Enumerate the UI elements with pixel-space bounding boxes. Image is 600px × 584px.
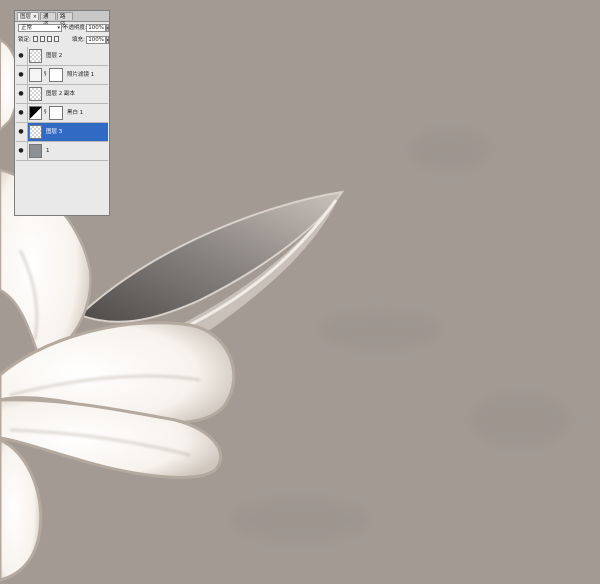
chain-link-icon: §	[44, 109, 47, 115]
opacity-input[interactable]: 100%	[86, 24, 106, 32]
lock-paint-icon[interactable]	[40, 36, 45, 42]
layer-thumbnail	[29, 125, 42, 139]
layer-name: 黑白 1	[67, 110, 84, 116]
fill-slider-toggle[interactable]: ▸	[106, 36, 109, 44]
tab-layers-label: 图层	[20, 14, 32, 20]
chevron-down-icon: ▾	[57, 25, 60, 31]
layer-name: 照片滤镜 1	[67, 72, 95, 78]
blend-mode-value: 正常	[21, 25, 33, 31]
visibility-toggle[interactable]: ●	[16, 123, 28, 141]
lock-transparency-icon[interactable]	[33, 36, 38, 42]
layer-row[interactable]: ● § 照片滤镜 1	[16, 66, 108, 85]
eye-icon: ●	[18, 71, 24, 78]
eye-icon: ●	[18, 147, 24, 154]
layer-thumbnail	[29, 87, 42, 101]
opacity-label: 不透明度:	[63, 25, 87, 31]
tab-close-icon[interactable]: ×	[33, 13, 37, 21]
panel-tab-bar: 图层 × 通道 路径	[15, 11, 109, 28]
blend-row: 正常 ▾ 不透明度: 100% ▸	[16, 23, 109, 33]
layer-row[interactable]: ● 图层 2	[16, 47, 108, 66]
eye-icon: ●	[18, 128, 24, 135]
visibility-toggle[interactable]: ●	[16, 142, 28, 160]
layer-row[interactable]: ● 1	[16, 142, 108, 161]
layer-row[interactable]: ● § 黑白 1	[16, 104, 108, 123]
layer-mask-thumbnail[interactable]	[49, 68, 63, 82]
tab-paths[interactable]: 路径	[57, 12, 73, 28]
layer-name: 图层 3	[46, 129, 63, 135]
adjustment-thumbnail	[29, 106, 42, 120]
layer-list: ● 图层 2 ● § 照片滤镜 1 ● 图层 2 副本 ● § 黑白 1 ● 图…	[16, 47, 108, 161]
fill-input[interactable]: 100%	[86, 36, 106, 44]
chain-link-icon: §	[44, 71, 47, 77]
layer-name: 图层 2	[46, 53, 63, 59]
visibility-toggle[interactable]: ●	[16, 47, 28, 65]
lock-options	[33, 36, 59, 42]
opacity-slider-toggle[interactable]: ▸	[106, 24, 109, 32]
layer-row[interactable]: ● 图层 2 副本	[16, 85, 108, 104]
eye-icon: ●	[18, 52, 24, 59]
layer-thumbnail	[29, 144, 42, 158]
lock-row: 锁定: 填充: 100% ▸	[16, 35, 109, 45]
adjustment-thumbnail	[29, 68, 42, 82]
lock-label: 锁定:	[18, 37, 31, 43]
visibility-toggle[interactable]: ●	[16, 66, 28, 84]
tab-channels[interactable]: 通道	[40, 12, 56, 28]
blend-mode-select[interactable]: 正常 ▾	[18, 24, 62, 32]
eye-icon: ●	[18, 90, 24, 97]
layers-panel: 图层 × 通道 路径 正常 ▾ 不透明度: 100% ▸ 锁定: 填充: 100…	[14, 10, 110, 216]
visibility-toggle[interactable]: ●	[16, 104, 28, 122]
fill-label: 填充:	[72, 37, 85, 43]
layer-name: 图层 2 副本	[46, 91, 75, 97]
visibility-toggle[interactable]: ●	[16, 85, 28, 103]
layer-name: 1	[46, 148, 50, 154]
layer-row-selected[interactable]: ● 图层 3	[16, 123, 108, 142]
tab-layers[interactable]: 图层 ×	[17, 12, 39, 20]
lock-move-icon[interactable]	[47, 36, 52, 42]
eye-icon: ●	[18, 109, 24, 116]
lock-icon[interactable]	[54, 36, 59, 42]
layer-mask-thumbnail[interactable]	[49, 106, 63, 120]
layer-thumbnail	[29, 49, 42, 63]
